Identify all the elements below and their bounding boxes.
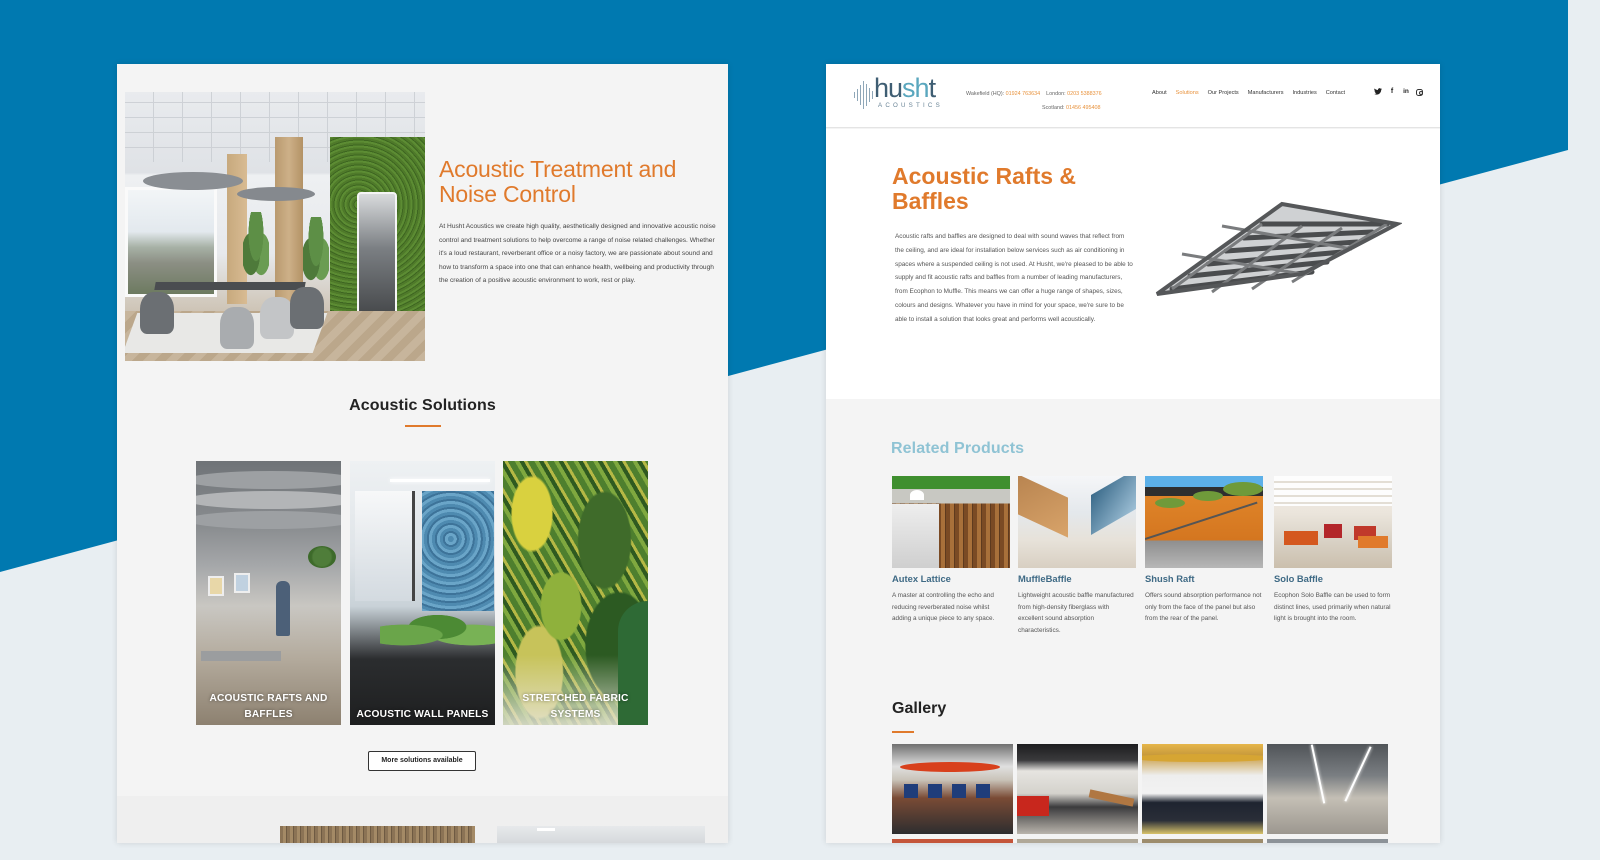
husht-logo[interactable]: husht ACOUSTICS — [854, 73, 946, 112]
gallery-image[interactable] — [1142, 839, 1263, 843]
gallery-image[interactable] — [1142, 744, 1263, 834]
solution-card-rafts[interactable]: ACOUSTIC RAFTS AND BAFFLES — [196, 461, 341, 725]
gallery-image[interactable] — [1017, 839, 1138, 843]
solution-card-label: ACOUSTIC RAFTS AND BAFFLES — [209, 693, 328, 720]
gallery-image[interactable] — [1267, 744, 1388, 834]
gallery-image[interactable] — [1267, 839, 1388, 843]
solution-card-label: ACOUSTIC WALL PANELS — [356, 709, 489, 720]
facebook-icon[interactable]: f — [1388, 88, 1396, 96]
product-image[interactable] — [1274, 476, 1392, 568]
hero-image — [125, 92, 425, 361]
nav-solutions[interactable]: Solutions — [1176, 90, 1199, 96]
product-name[interactable]: Shush Raft — [1145, 573, 1263, 584]
related-product-card[interactable]: Solo Baffle Ecophon Solo Baffle can be u… — [1274, 476, 1392, 625]
nav-industries[interactable]: Industries — [1293, 90, 1317, 96]
related-product-card[interactable]: Shush Raft Offers sound absorption perfo… — [1145, 476, 1263, 625]
related-product-card[interactable]: Autex Lattice A master at controlling th… — [892, 476, 1010, 625]
product-image[interactable] — [892, 476, 1010, 568]
product-name[interactable]: MuffleBaffle — [1018, 573, 1136, 584]
contact-numbers: Wakefield (HQ): 01924 763634 London: 020… — [966, 91, 1102, 97]
heading-underline — [892, 731, 914, 733]
nav-manufacturers[interactable]: Manufacturers — [1248, 90, 1284, 96]
instagram-icon[interactable] — [1416, 88, 1423, 96]
related-products-heading: Related Products — [891, 440, 1025, 457]
product-image[interactable] — [1145, 476, 1263, 568]
logo-accent: sh — [902, 73, 930, 103]
logo-wordmark: husht — [874, 73, 936, 103]
nav-about[interactable]: About — [1152, 90, 1167, 96]
product-desc: A master at controlling the echo and red… — [892, 592, 995, 623]
contact-scotland: Scotland: 01456 495408 — [1042, 105, 1101, 111]
solution-card-label: STRETCHED FABRIC SYSTEMS — [522, 693, 629, 720]
phone-wakefield[interactable]: 01924 763634 — [1006, 91, 1040, 97]
social-links: f in — [1374, 88, 1423, 96]
product-image[interactable] — [1018, 476, 1136, 568]
gallery-image[interactable] — [892, 744, 1013, 834]
raft-product-image — [1155, 201, 1402, 296]
logo-subtitle: ACOUSTICS — [878, 102, 943, 109]
product-desc: Lightweight acoustic baffle manufactured… — [1018, 592, 1134, 634]
section-image — [497, 826, 705, 843]
product-desc: Offers sound absorption performance not … — [1145, 592, 1262, 623]
twitter-icon[interactable] — [1374, 88, 1382, 96]
related-product-card[interactable]: MuffleBaffle Lightweight acoustic baffle… — [1018, 476, 1136, 636]
section-image — [280, 826, 475, 843]
hero-title: Acoustic Treatment and Noise Control — [439, 156, 677, 207]
phone-london[interactable]: 0203 5388376 — [1067, 91, 1101, 97]
gallery-heading: Gallery — [892, 700, 947, 717]
nav-our-projects[interactable]: Our Projects — [1208, 90, 1239, 96]
product-title: Acoustic Rafts & Baffles — [892, 163, 1077, 214]
more-solutions-button[interactable]: More solutions available — [368, 751, 476, 771]
gallery-image[interactable] — [1017, 744, 1138, 834]
nav-contact[interactable]: Contact — [1326, 90, 1345, 96]
product-desc: Ecophon Solo Baffle can be used to form … — [1274, 592, 1391, 623]
heading-underline — [405, 425, 441, 427]
solution-card-stretched-fabric[interactable]: STRETCHED FABRIC SYSTEMS — [503, 461, 648, 725]
soundwave-icon — [854, 80, 876, 110]
product-name[interactable]: Solo Baffle — [1274, 573, 1392, 584]
homepage-mockup: Acoustic Treatment and Noise Control At … — [117, 64, 728, 843]
solution-card-wall-panels[interactable]: ACOUSTIC WALL PANELS — [350, 461, 495, 725]
phone-scotland[interactable]: 01456 495408 — [1066, 105, 1100, 111]
hero-description: At Husht Acoustics we create high qualit… — [439, 223, 716, 285]
product-page-mockup: husht ACOUSTICS Wakefield (HQ): 01924 76… — [826, 64, 1440, 843]
product-description: Acoustic rafts and baffles are designed … — [895, 233, 1133, 323]
solutions-heading: Acoustic Solutions — [349, 397, 496, 414]
main-nav: About Solutions Our Projects Manufacture… — [1152, 90, 1354, 96]
product-name[interactable]: Autex Lattice — [892, 573, 1010, 584]
linkedin-icon[interactable]: in — [1402, 88, 1410, 96]
site-header: husht ACOUSTICS Wakefield (HQ): 01924 76… — [826, 64, 1440, 128]
gallery-image[interactable] — [892, 839, 1013, 843]
